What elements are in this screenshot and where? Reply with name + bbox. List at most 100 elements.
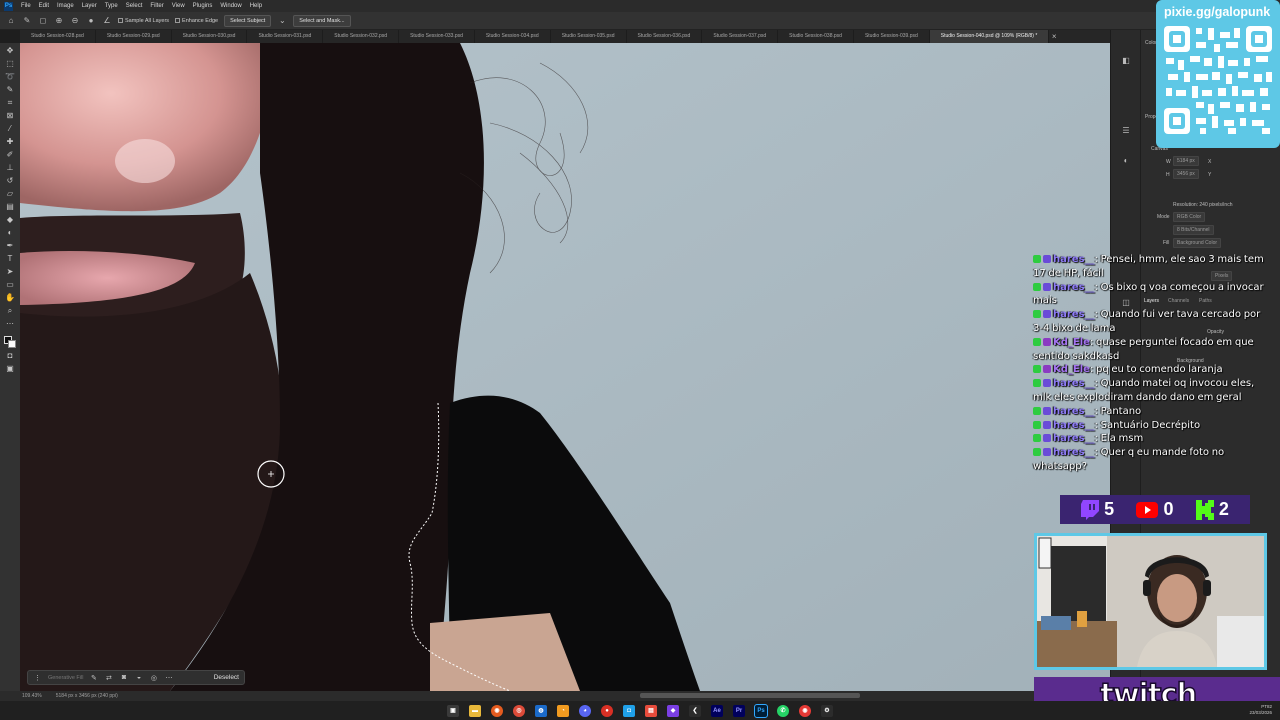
history-brush-tool-icon[interactable]: ↺	[5, 176, 15, 186]
menu-plugins[interactable]: Plugins	[193, 3, 213, 9]
zoom-tool-icon[interactable]: ⌕	[5, 306, 15, 316]
premiere-icon[interactable]: Pr	[733, 704, 745, 717]
mode-select[interactable]: RGB Color	[1173, 212, 1206, 222]
tab-document-029[interactable]: Studio Session-029.psd	[96, 30, 172, 43]
menu-view[interactable]: View	[172, 3, 185, 9]
photoshop-taskbar-icon[interactable]: Ps	[754, 703, 768, 718]
blender-icon[interactable]: ◔	[557, 704, 569, 717]
menu-filter[interactable]: Filter	[150, 3, 163, 9]
settings-icon[interactable]: ⚙	[821, 704, 833, 717]
eraser-tool-icon[interactable]: ▱	[5, 189, 15, 199]
modify-selection-icon[interactable]: ✎	[89, 674, 98, 682]
tab-document-037[interactable]: Studio Session-037.psd	[702, 30, 779, 43]
steam-icon[interactable]: ◍	[535, 704, 547, 717]
dodge-tool-icon[interactable]: ◐	[5, 228, 15, 238]
chevron-down-icon[interactable]: ⌄	[277, 16, 287, 26]
tab-document-036[interactable]: Studio Session-036.psd	[627, 30, 703, 43]
color-panel-icon[interactable]: ◧	[1121, 56, 1131, 66]
width-field[interactable]: 5184 px	[1173, 156, 1199, 166]
fill-icon[interactable]: ◒	[134, 674, 143, 681]
more-options-icon[interactable]: ⋯	[164, 674, 173, 682]
close-tab-icon[interactable]: ×	[1049, 32, 1059, 42]
menu-file[interactable]: File	[21, 3, 31, 9]
photoshop-logo[interactable]: Ps	[4, 1, 13, 11]
obs-icon[interactable]: ●	[601, 704, 613, 717]
quick-selection-tool-icon[interactable]: ✎	[5, 85, 15, 95]
move-tool-icon[interactable]: ✥	[5, 46, 15, 56]
enhance-edge-checkbox[interactable]: Enhance Edge	[175, 18, 218, 24]
zoom-level[interactable]: 109.43%	[22, 693, 42, 699]
brush-tool-icon[interactable]: ✐	[5, 150, 15, 160]
properties-panel-icon[interactable]: ☰	[1121, 126, 1131, 136]
menu-edit[interactable]: Edit	[39, 3, 49, 9]
tab-document-034[interactable]: Studio Session-034.psd	[475, 30, 551, 43]
menu-help[interactable]: Help	[250, 3, 262, 9]
after-effects-icon[interactable]: Ae	[711, 704, 723, 717]
bit-depth-select[interactable]: 8 Bits/Channel	[1173, 225, 1214, 235]
app-icon[interactable]: ◆	[667, 704, 679, 717]
gradient-tool-icon[interactable]: ▤	[5, 202, 15, 212]
adjustments-panel-icon[interactable]: ◐	[1121, 156, 1131, 166]
tab-document-038[interactable]: Studio Session-038.psd	[778, 30, 854, 43]
clone-stamp-tool-icon[interactable]: ⊥	[5, 163, 15, 173]
task-view-icon[interactable]: ▣	[447, 704, 459, 717]
tab-document-033[interactable]: Studio Session-033.psd	[399, 30, 475, 43]
new-selection-icon[interactable]: ◻	[38, 16, 48, 26]
invert-selection-icon[interactable]: ⇄	[104, 674, 113, 682]
system-clock[interactable]: PT82 23/03/2026	[1249, 704, 1272, 716]
frame-tool-icon[interactable]: ⊠	[5, 111, 15, 121]
capture-app-icon[interactable]: ◘	[623, 704, 635, 717]
select-and-mask-button[interactable]: Select and Mask...	[293, 14, 351, 27]
menu-select[interactable]: Select	[126, 3, 143, 9]
menu-layer[interactable]: Layer	[82, 3, 97, 9]
tab-document-031[interactable]: Studio Session-031.psd	[247, 30, 324, 43]
eyedropper-tool-icon[interactable]: ⁄	[5, 124, 15, 134]
document-canvas[interactable]	[20, 43, 1110, 691]
drag-handle-icon[interactable]: ⋮	[33, 674, 42, 682]
brush-angle-icon[interactable]: ∠	[102, 16, 112, 26]
select-subject-button[interactable]: Select Subject	[224, 14, 272, 27]
tab-document-028[interactable]: Studio Session-028.psd	[20, 30, 96, 43]
recorder-icon[interactable]: ◉	[799, 704, 811, 717]
generative-fill-button[interactable]: Generative Fill	[48, 675, 83, 681]
crop-tool-icon[interactable]: ⌗	[5, 98, 15, 108]
healing-brush-tool-icon[interactable]: ✚	[5, 137, 15, 147]
menu-type[interactable]: Type	[105, 3, 118, 9]
type-tool-icon[interactable]: T	[5, 254, 15, 264]
add-to-selection-icon[interactable]: ⊕	[54, 16, 64, 26]
hand-tool-icon[interactable]: ✋	[5, 293, 15, 303]
mask-icon[interactable]: ◙	[119, 674, 128, 681]
quick-mask-icon[interactable]: ◘	[5, 351, 15, 361]
marquee-tool-icon[interactable]: ⬚	[5, 59, 15, 69]
media-app-icon[interactable]: ▤	[645, 704, 657, 717]
tab-document-032[interactable]: Studio Session-032.psd	[323, 30, 400, 43]
brush-size-icon[interactable]: ●	[86, 16, 96, 26]
discord-icon[interactable]: ◕	[579, 704, 591, 717]
arrow-app-icon[interactable]: ❮	[689, 704, 701, 717]
menu-window[interactable]: Window	[220, 3, 241, 9]
tab-document-039[interactable]: Studio Session-039.psd	[854, 30, 930, 43]
tab-document-040-active[interactable]: Studio Session-040.psd @ 109% (RGB/8) *	[929, 30, 1050, 43]
tab-document-035[interactable]: Studio Session-035.psd	[551, 30, 627, 43]
subtract-from-selection-icon[interactable]: ⊖	[70, 16, 80, 26]
transform-icon[interactable]: ◎	[149, 674, 158, 682]
tab-document-030[interactable]: Studio Session-030.psd	[172, 30, 248, 43]
menu-image[interactable]: Image	[57, 3, 74, 9]
fill-select[interactable]: Background Color	[1173, 238, 1222, 248]
quick-selection-tool-icon[interactable]: ✎	[22, 16, 32, 26]
more-tools-icon[interactable]: ⋯	[5, 319, 15, 329]
lasso-tool-icon[interactable]: ➰	[5, 72, 15, 82]
background-color-swatch[interactable]	[8, 340, 16, 348]
chrome-icon[interactable]: ◎	[513, 704, 525, 717]
firefox-icon[interactable]: ◉	[491, 704, 503, 717]
height-field[interactable]: 3456 px	[1173, 169, 1199, 179]
rectangle-tool-icon[interactable]: ▭	[5, 280, 15, 290]
color-swatches[interactable]	[4, 336, 16, 348]
horizontal-scrollbar[interactable]	[640, 693, 860, 698]
file-explorer-icon[interactable]: ▬	[469, 704, 481, 717]
sample-all-layers-checkbox[interactable]: Sample All Layers	[118, 18, 169, 24]
deselect-button[interactable]: Deselect	[214, 674, 239, 681]
pen-tool-icon[interactable]: ✒	[5, 241, 15, 251]
path-selection-tool-icon[interactable]: ➤	[5, 267, 15, 277]
screen-mode-icon[interactable]: ▣	[5, 364, 15, 374]
